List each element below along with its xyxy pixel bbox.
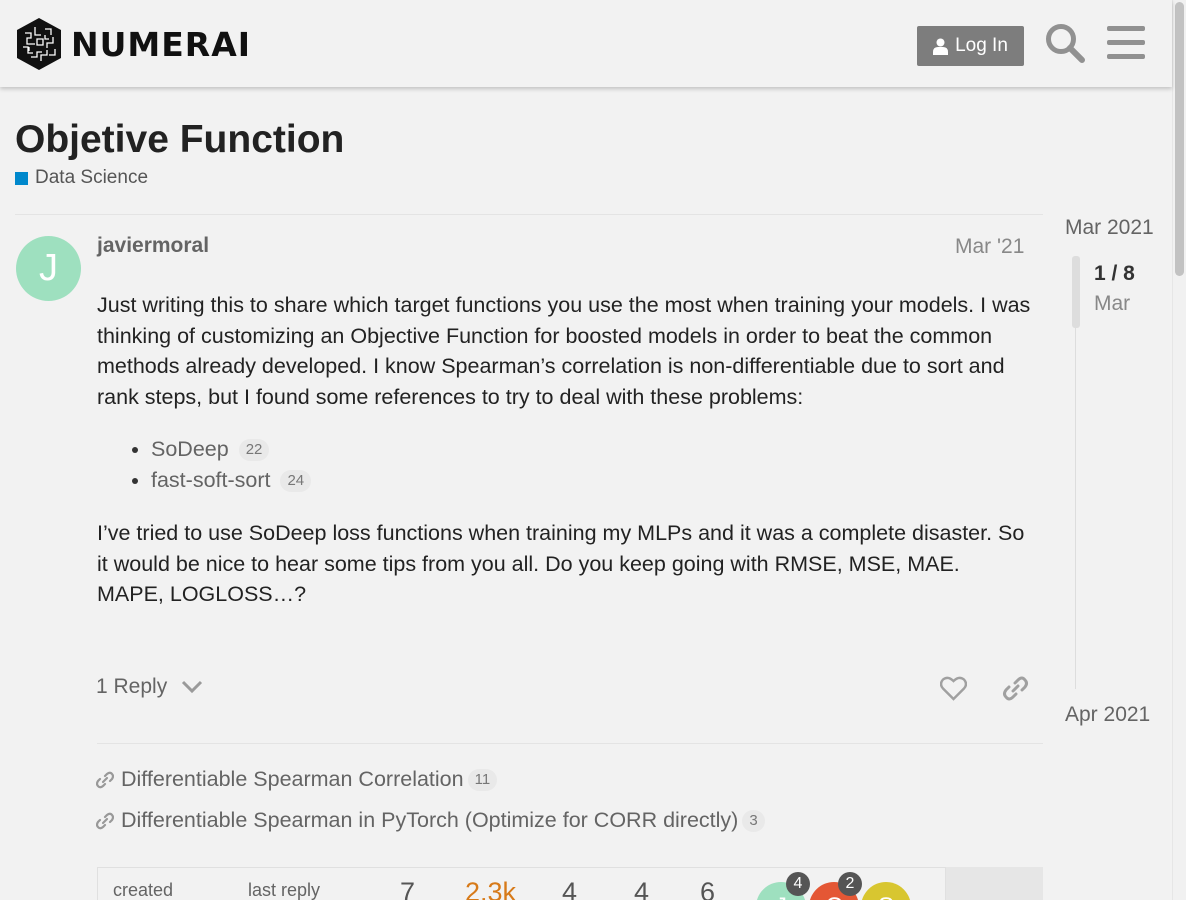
site-header: NUMERAI Log In (0, 0, 1172, 87)
scrollbar-thumb[interactable] (1175, 2, 1184, 276)
category-color-swatch (15, 171, 28, 185)
post-paragraph: Just writing this to share which target … (97, 293, 1031, 409)
timeline-position-date: Mar (1094, 292, 1131, 315)
timeline-position: 1 / 8 (1094, 262, 1135, 285)
user-icon (933, 38, 949, 55)
topic-map-summary: created last reply 7 2.3k 4 4 6 J 4 C 2 … (97, 867, 946, 900)
divider (15, 214, 1043, 215)
search-icon[interactable] (1044, 22, 1086, 64)
topic-title[interactable]: Objetive Function (15, 118, 344, 162)
reference-link-sodeep[interactable]: SoDeep (151, 437, 229, 461)
login-button[interactable]: Log In (917, 26, 1024, 66)
views-count: 2.3k (465, 877, 517, 900)
hamburger-menu-icon[interactable] (1107, 25, 1145, 60)
last-reply-label: last reply (248, 880, 321, 900)
related-topic-title: Differentiable Spearman Correlation (121, 767, 464, 791)
site-logo[interactable]: NUMERAI (15, 17, 251, 71)
avatar[interactable]: J (16, 236, 81, 301)
related-topic-link[interactable]: Differentiable Spearman in PyTorch (Opti… (96, 808, 765, 833)
numerai-logo-icon (17, 18, 61, 70)
login-label: Log In (955, 35, 1008, 56)
participant-avatar[interactable]: S (861, 882, 911, 900)
link-icon (96, 771, 114, 788)
timeline-scroll-handle[interactable] (1072, 256, 1080, 328)
post-count-badge: 4 (786, 872, 810, 896)
page-scrollbar[interactable] (1172, 0, 1186, 900)
related-topic-title: Differentiable Spearman in PyTorch (Opti… (121, 808, 739, 832)
likes-count: 4 (634, 877, 650, 900)
replies-label: 1 Reply (96, 675, 168, 698)
link-icon (96, 812, 114, 829)
reference-link-fast-soft-sort[interactable]: fast-soft-sort (151, 468, 270, 492)
heart-icon[interactable] (940, 676, 967, 701)
related-topic-link[interactable]: Differentiable Spearman Correlation 11 (96, 767, 498, 792)
post-paragraph: I’ve tried to use SoDeep loss functions … (97, 521, 1025, 606)
expand-summary-button[interactable] (946, 867, 1043, 900)
post-count-badge: 2 (838, 872, 862, 896)
click-count-badge: 22 (238, 439, 270, 461)
replies-count: 7 (400, 877, 416, 900)
click-count-badge: 3 (742, 809, 765, 832)
click-count-badge: 24 (280, 470, 312, 492)
created-label: created (113, 880, 174, 900)
timeline-start-date[interactable]: Mar 2021 (1065, 216, 1154, 240)
category-badge[interactable]: Data Science (15, 167, 148, 189)
list-item: SoDeep 22 (151, 434, 1032, 465)
list-item: fast-soft-sort 24 (151, 465, 1032, 496)
divider (97, 743, 1043, 744)
links-count: 6 (700, 877, 716, 900)
category-name: Data Science (35, 167, 149, 188)
timeline-end-date[interactable]: Apr 2021 (1065, 703, 1150, 727)
users-count: 4 (562, 877, 578, 900)
post-body: Just writing this to share which target … (97, 290, 1032, 610)
chevron-down-icon (182, 680, 203, 694)
click-count-badge: 11 (467, 768, 498, 791)
reference-list: SoDeep 22 fast-soft-sort 24 (151, 434, 1032, 496)
logo-text: NUMERAI (71, 24, 252, 64)
share-link-icon[interactable] (1002, 675, 1029, 702)
post-username[interactable]: javiermoral (97, 234, 209, 258)
post-date[interactable]: Mar '21 (955, 235, 1024, 259)
show-replies-button[interactable]: 1 Reply (96, 675, 203, 699)
